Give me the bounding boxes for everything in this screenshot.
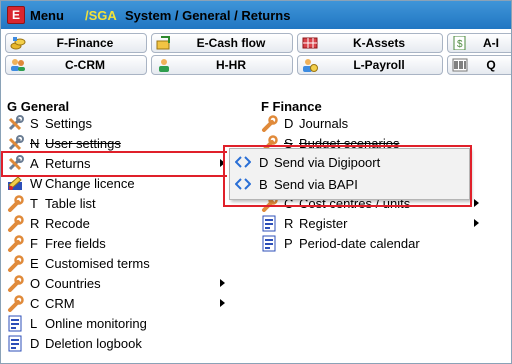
menu-item-label: Settings (45, 116, 92, 131)
menu-item-label: Deletion logbook (45, 336, 142, 351)
menu-item-label: Countries (45, 276, 101, 291)
payroll-icon (303, 59, 318, 72)
crm-module-button[interactable]: C-CRM (5, 55, 147, 75)
barcode-module-label: Q (486, 58, 496, 72)
wrench-icon (8, 275, 24, 292)
breadcrumb-prefix: /SGA (85, 8, 117, 23)
menu-item-label: Online monitoring (45, 316, 147, 331)
cash-flow-module-label: E-Cash flow (196, 36, 266, 50)
wrench-icon (8, 255, 24, 272)
submenu-arrow-icon (220, 299, 225, 307)
svg-text:$: $ (457, 39, 463, 50)
assets-module-button[interactable]: K-Assets (297, 33, 443, 53)
wrench-icon (8, 295, 24, 312)
submenu-arrow-icon (474, 219, 479, 227)
wrench-icon (8, 235, 24, 252)
title-bar: E Menu /SGA System / General / Returns (1, 1, 511, 29)
app-window: E Menu /SGA System / General / Returns F… (0, 0, 512, 364)
coins-icon (10, 37, 26, 50)
cash-flow-module-button[interactable]: E-Cash flow (151, 33, 293, 53)
hr-module-label: H-HR (216, 58, 246, 72)
menu-item-key: W (30, 176, 43, 191)
general-section-heading: G General (7, 99, 70, 114)
submenu-arrow-icon (220, 279, 225, 287)
menu-item-label: Period-date calendar (299, 236, 420, 251)
menu-item-customised-terms[interactable]: E Customised terms (7, 253, 227, 273)
crm-module-label: C-CRM (65, 58, 105, 72)
menu-item-online-monitoring[interactable]: L Online monitoring (7, 313, 227, 333)
finance-module-button[interactable]: F-Finance (5, 33, 147, 53)
menu-item-deletion-logbook[interactable]: D Deletion logbook (7, 333, 227, 353)
app-logo-icon[interactable]: E (7, 6, 25, 24)
menu-item-key: P (284, 236, 293, 251)
menu-item-key: D (284, 116, 294, 131)
tools-icon (8, 115, 24, 131)
invoice-module-label: A-I (483, 36, 499, 50)
report-icon (262, 235, 276, 252)
menu-item-journals[interactable]: D Journals (261, 113, 481, 133)
cash-flow-icon (156, 36, 170, 50)
menu-item-label: Recode (45, 216, 90, 231)
menu-item-key: D (30, 336, 40, 351)
menu-item-key: S (30, 116, 39, 131)
crm-people-icon (11, 59, 25, 71)
menu-item-countries[interactable]: O Countries (7, 273, 227, 293)
highlight-box-submenu (223, 145, 472, 207)
licence-icon (8, 176, 22, 190)
finance-section-heading: F Finance (261, 99, 322, 114)
report-icon (8, 335, 22, 352)
submenu-arrow-icon (474, 199, 479, 207)
menu-item-register[interactable]: R Register (261, 213, 481, 233)
invoice-module-button[interactable]: $ A-I (447, 33, 511, 53)
menu-item-user-settings[interactable]: N User settings (7, 133, 227, 153)
menu-item-crm[interactable]: C CRM (7, 293, 227, 313)
barcode-icon (452, 58, 468, 72)
menu-item-key: F (30, 236, 38, 251)
menu-item-label: Free fields (45, 236, 106, 251)
menu-item-table-list[interactable]: T Table list (7, 193, 227, 213)
menu-item-free-fields[interactable]: F Free fields (7, 233, 227, 253)
menu-item-label: Register (299, 216, 348, 231)
menu-item-key: E (30, 256, 39, 271)
menu-item-key: L (30, 316, 38, 331)
menu-item-key: T (30, 196, 38, 211)
menu-item-key: R (284, 216, 294, 231)
menu-item-label: Journals (299, 116, 349, 131)
hr-icon (159, 59, 169, 72)
wrench-icon (8, 215, 24, 232)
wrench-icon (262, 115, 278, 132)
report-icon (262, 215, 276, 232)
menu-item-recode[interactable]: R Recode (7, 213, 227, 233)
menu-item-key: C (30, 296, 40, 311)
assets-icon (302, 37, 318, 49)
highlight-box-returns (1, 151, 227, 177)
menu-item-label: CRM (45, 296, 75, 311)
hr-module-button[interactable]: H-HR (151, 55, 293, 75)
payroll-module-button[interactable]: L-Payroll (297, 55, 443, 75)
assets-module-label: K-Assets (352, 36, 406, 50)
barcode-module-button[interactable]: Q (447, 55, 511, 75)
breadcrumb: System / General / Returns (125, 8, 291, 23)
wrench-icon (8, 195, 24, 212)
menu-button[interactable]: Menu (30, 8, 64, 23)
menu-item-key: O (30, 276, 41, 291)
invoice-icon: $ (453, 36, 466, 50)
menu-item-label: User settings (45, 136, 121, 151)
menu-item-key: R (30, 216, 40, 231)
tools-icon (8, 135, 24, 151)
menu-item-label: Customised terms (45, 256, 150, 271)
menu-item-label: Table list (45, 196, 96, 211)
menu-item-key: N (30, 136, 40, 151)
finance-module-label: F-Finance (56, 36, 114, 50)
menu-item-period-date-calendar[interactable]: P Period-date calendar (261, 233, 481, 253)
menu-item-settings[interactable]: S Settings (7, 113, 227, 133)
menu-item-label: Change licence (45, 176, 135, 191)
report-icon (8, 315, 22, 332)
payroll-module-label: L-Payroll (353, 58, 405, 72)
